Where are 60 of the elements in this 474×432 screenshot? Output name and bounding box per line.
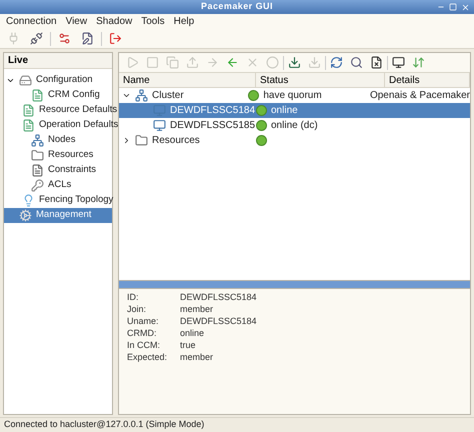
tree-item[interactable]: Constraints [48,163,96,178]
table-cell-text: online [271,104,298,118]
detail-value: online [180,327,204,340]
config-icon [31,89,44,102]
expander-icon[interactable] [6,76,15,85]
config-icon [22,119,35,132]
expander-icon[interactable] [122,136,131,145]
scrollbar[interactable] [119,280,470,289]
expander-icon[interactable] [122,91,131,100]
status-bar-text: Connected to hacluster@127.0.0.1 (Simple Mode) [4,418,204,432]
menu-item[interactable]: Shadow [96,14,132,29]
table-cell[interactable]: Resources [152,133,200,148]
detail-label: Expected: [127,351,168,364]
key-icon [31,179,44,192]
detail-label: In CCM: [127,339,162,352]
bulb-icon [22,194,35,207]
table-cell-text: have quorum [263,89,322,103]
close-icon[interactable] [461,2,470,12]
column-header[interactable]: Details [385,73,470,87]
drive-icon [19,74,32,87]
detail-value: member [180,351,214,364]
tree-item[interactable]: Configuration [36,73,93,88]
table-cell[interactable]: DEWDFLSSC5184 [170,103,256,118]
document-icon [31,164,44,177]
table-cell[interactable]: Cluster [152,88,184,103]
column-header[interactable]: Status [256,73,385,87]
tree-item[interactable]: Resource Defaults [39,103,118,118]
network-icon [135,89,148,102]
table-cell: Openais & Pacemaker [370,90,470,101]
menu-item[interactable]: Help [174,14,194,29]
monitor-icon [153,104,166,117]
tree-item[interactable]: CRM Config [48,88,100,103]
folder-icon [31,149,44,162]
tree-item[interactable]: Fencing Topology [39,193,114,208]
table-cell[interactable]: DEWDFLSSC5185 [170,118,256,133]
detail-value: DEWDFLSSC5184 [180,315,257,328]
menu-item[interactable]: View [66,14,88,29]
tree-item[interactable]: ACLs [48,178,72,193]
config-icon [22,104,35,117]
maximize-icon[interactable] [449,3,457,11]
folder-icon [135,134,148,147]
table-cell-text: online (dc) [271,119,318,133]
sidebar-header: Live [4,53,112,69]
window-title: Pacemaker GUI [201,0,273,14]
network-icon [31,134,44,147]
detail-label: Uname: [127,315,160,328]
detail-value: DEWDFLSSC5184 [180,291,257,304]
detail-value: true [180,339,196,352]
tree-item[interactable]: Operation Defaults [39,118,118,133]
detail-label: ID: [127,291,140,304]
menu-item[interactable]: Connection [6,14,57,29]
monitor-icon [153,119,166,132]
menu-item[interactable]: Tools [141,14,165,29]
tree-item[interactable]: Resources [48,148,94,163]
gear-icon [19,209,32,222]
detail-label: CRMD: [127,327,158,340]
column-header[interactable]: Name [119,73,256,87]
detail-value: member [180,303,214,316]
tree-item[interactable]: Nodes [48,133,76,148]
detail-label: Join: [127,303,148,316]
